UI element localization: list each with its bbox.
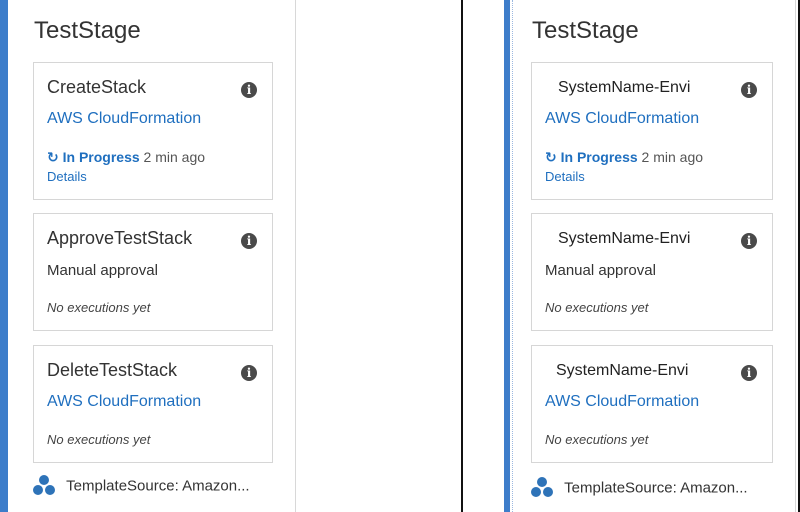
manual-approval-label: Manual approval (545, 262, 656, 279)
action-card-1[interactable]: SystemName-Envi i AWS CloudFormation ↻ I… (531, 62, 773, 200)
no-executions-text: No executions yet (545, 300, 649, 315)
provider-link[interactable]: AWS CloudFormation (545, 393, 699, 411)
manual-approval-label: Manual approval (47, 262, 158, 279)
status-time: 2 min ago (143, 149, 206, 165)
action-title: SystemName-Envi (558, 79, 691, 96)
stage-panel-right: TestStage SystemName-Envi i AWS CloudFor… (504, 0, 796, 512)
action-card-2[interactable]: SystemName-Envi i Manual approval No exe… (531, 213, 773, 331)
info-icon[interactable]: i (241, 82, 257, 98)
status-row: ↻ In Progress 2 min ago (47, 149, 205, 166)
action-title: DeleteTestStack (47, 360, 178, 380)
status-link[interactable]: In Progress (561, 149, 638, 165)
action-card-approve-test-stack[interactable]: ApproveTestStack i Manual approval No ex… (33, 213, 273, 331)
no-executions-text: No executions yet (545, 432, 649, 447)
action-title: SystemName-Envi (558, 230, 691, 247)
info-icon[interactable]: i (741, 233, 757, 249)
stage-title: TestStage (34, 17, 141, 44)
status-time: 2 min ago (641, 149, 704, 165)
status-link[interactable]: In Progress (63, 149, 140, 165)
action-card-3[interactable]: SystemName-Envi i AWS CloudFormation No … (531, 345, 773, 463)
sync-icon: ↻ (545, 149, 557, 165)
provider-link[interactable]: AWS CloudFormation (545, 110, 699, 128)
action-card-delete-test-stack[interactable]: DeleteTestStack i AWS CloudFormation No … (33, 345, 273, 463)
action-title: ApproveTestStack (47, 228, 193, 248)
provider-link[interactable]: AWS CloudFormation (47, 110, 201, 128)
info-icon[interactable]: i (241, 365, 257, 381)
status-row: ↻ In Progress 2 min ago (545, 149, 703, 166)
source-label: TemplateSource: Amazon... (564, 479, 748, 497)
no-executions-text: No executions yet (47, 432, 151, 447)
action-title: CreateStack (47, 77, 147, 97)
details-link[interactable]: Details (545, 169, 585, 184)
no-executions-text: No executions yet (47, 300, 151, 315)
info-icon[interactable]: i (241, 233, 257, 249)
source-label: TemplateSource: Amazon... (66, 477, 250, 495)
artifact-icon (530, 476, 554, 500)
info-icon[interactable]: i (741, 365, 757, 381)
info-icon[interactable]: i (741, 82, 757, 98)
artifact-icon (32, 474, 56, 498)
action-card-create-stack[interactable]: CreateStack i AWS CloudFormation ↻ In Pr… (33, 62, 273, 200)
stage-title: TestStage (532, 17, 639, 44)
stage-panel-left: TestStage CreateStack i AWS CloudFormati… (0, 0, 296, 512)
action-title: SystemName-Envi (556, 362, 689, 379)
source-artifact[interactable]: TemplateSource: Amazon... (530, 476, 748, 500)
provider-link[interactable]: AWS CloudFormation (47, 393, 201, 411)
separator-line-left (461, 0, 463, 512)
details-link[interactable]: Details (47, 169, 87, 184)
source-artifact[interactable]: TemplateSource: Amazon... (32, 474, 250, 498)
sync-icon: ↻ (47, 149, 59, 165)
